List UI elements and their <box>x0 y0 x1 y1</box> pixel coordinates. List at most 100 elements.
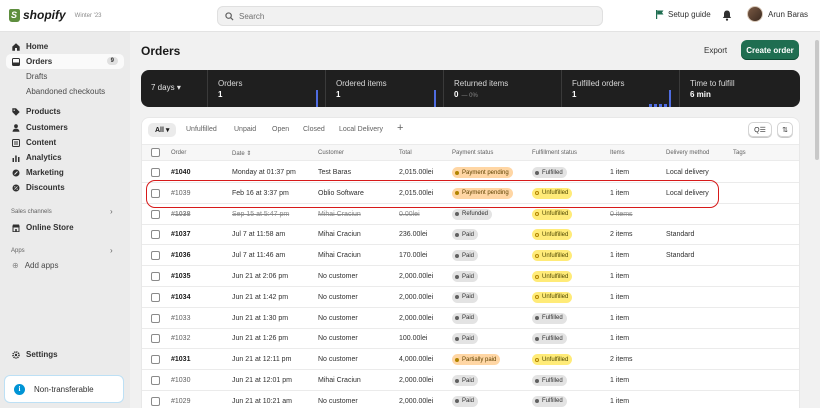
status-dot-icon <box>535 232 539 237</box>
column-header[interactable]: Tags <box>733 150 746 156</box>
sidebar: Home Orders 9 Drafts Abandoned checkouts… <box>0 32 130 408</box>
column-header[interactable]: Total <box>399 150 412 156</box>
create-order-button[interactable]: Create order <box>741 40 799 60</box>
user-menu[interactable]: Arun Baras <box>747 6 808 22</box>
stat-time-to-fulfill-label: Time to fulfill <box>690 79 735 88</box>
sidebar-item-home[interactable]: Home <box>6 39 124 54</box>
column-header[interactable]: Items <box>610 150 625 156</box>
stat-fulfilled-orders-label: Fulfilled orders <box>572 79 625 88</box>
row-checkbox[interactable] <box>151 230 160 240</box>
column-header[interactable]: Fulfillment status <box>532 150 577 156</box>
table-row[interactable]: #1036 Jul 7 at 11:46 am Mihai Craciun 170.0… <box>142 245 799 267</box>
order-number[interactable]: #1029 <box>171 398 190 405</box>
orders-icon <box>12 57 20 66</box>
scrollbar-thumb[interactable] <box>815 40 819 160</box>
tab-open[interactable]: Open <box>272 126 289 133</box>
sidebar-item-settings[interactable]: Settings <box>6 347 124 362</box>
order-number[interactable]: #1038 <box>171 211 190 218</box>
item-count: 1 item <box>610 377 630 384</box>
order-number[interactable]: #1036 <box>171 252 190 259</box>
sidebar-item-label: Abandoned checkouts <box>26 87 106 96</box>
sidebar-item-abandoned-checkouts[interactable]: Abandoned checkouts <box>6 84 124 99</box>
sidebar-item-online-store[interactable]: Online Store <box>6 220 124 235</box>
fulfillment-status-badge: Unfulfilled <box>532 354 573 366</box>
customer-name: No customer <box>318 314 358 322</box>
table-row[interactable]: #1031 Jun 21 at 12:11 pm No customer 4,000.… <box>142 349 799 371</box>
row-checkbox[interactable] <box>151 168 160 177</box>
status-dot-icon <box>535 274 539 279</box>
row-checkbox[interactable] <box>151 209 160 219</box>
table-row[interactable]: #1032 Jun 21 at 1:26 pm No customer 100.00l… <box>142 328 799 350</box>
non-transferable-banner[interactable]: i Non-transferable <box>4 375 124 403</box>
row-checkbox[interactable] <box>151 272 160 281</box>
customer-name: No customer <box>318 335 358 343</box>
column-header[interactable]: Order <box>171 150 186 156</box>
sidebar-item-orders[interactable]: Orders 9 <box>6 54 124 69</box>
column-header[interactable]: Payment status <box>452 150 493 156</box>
customer-name: Mihai Craciun <box>318 210 361 218</box>
table-row[interactable]: #1030 Jun 21 at 12:01 pm Mihai Craciun 2,00… <box>142 370 799 391</box>
table-row[interactable]: #1034 Jun 21 at 1:42 pm No customer 2,000.0… <box>142 287 799 308</box>
payment-status-badge: Payment pending <box>452 167 513 178</box>
table-row[interactable]: #1029 Jun 21 at 10:21 am No customer 2,000.… <box>142 391 799 408</box>
bell-icon[interactable] <box>722 10 732 21</box>
sidebar-item-label: Analytics <box>26 153 62 162</box>
order-number[interactable]: #1040 <box>171 169 190 176</box>
sidebar-item-customers[interactable]: Customers <box>6 120 124 135</box>
search-filter-button[interactable]: Q☰ <box>748 122 772 137</box>
row-checkbox[interactable] <box>151 251 160 261</box>
order-number[interactable]: #1037 <box>171 231 190 238</box>
tab-closed[interactable]: Closed <box>303 126 325 133</box>
order-number[interactable]: #1034 <box>171 294 190 301</box>
order-number[interactable]: #1030 <box>171 377 190 384</box>
chevron-right-icon[interactable]: › <box>110 207 113 216</box>
fulfillment-status-label: Unfulfilled <box>542 231 569 238</box>
sidebar-item-analytics[interactable]: Analytics <box>6 150 124 165</box>
order-number[interactable]: #1032 <box>171 335 190 342</box>
sort-button[interactable]: ⇅ <box>777 122 793 137</box>
search-input[interactable]: Search <box>217 6 603 26</box>
stat-time-to-fulfill-value: 6 min <box>690 90 711 99</box>
setup-guide-button[interactable]: Setup guide <box>656 10 711 19</box>
orders-table-card: All ▾ Unfulfilled Unpaid Open Closed Loc… <box>141 117 800 408</box>
tab-all[interactable]: All ▾ <box>148 123 177 137</box>
sidebar-item-marketing[interactable]: Marketing <box>6 165 124 180</box>
row-checkbox[interactable] <box>151 355 160 365</box>
fulfillment-status-label: Unfulfilled <box>542 294 569 301</box>
sidebar-item-discounts[interactable]: Discounts <box>6 180 124 195</box>
table-row[interactable]: #1033 Jun 21 at 1:30 pm No customer 2,000.0… <box>142 308 799 329</box>
person-icon <box>12 123 20 132</box>
tab-unfulfilled[interactable]: Unfulfilled <box>186 126 217 133</box>
sidebar-item-label: Drafts <box>26 72 48 81</box>
sidebar-item-content[interactable]: Content <box>6 135 124 150</box>
select-all-checkbox[interactable] <box>151 148 160 157</box>
shopify-logo[interactable]: shopify Winter '23 <box>9 8 102 22</box>
delivery-method: Local delivery <box>666 169 709 176</box>
export-button[interactable]: Export <box>701 43 730 58</box>
column-header-date[interactable]: Date ⇕ <box>232 150 251 157</box>
row-checkbox[interactable] <box>151 292 160 302</box>
column-header[interactable]: Customer <box>318 150 344 156</box>
row-checkbox[interactable] <box>151 396 160 406</box>
app-version: Winter '23 <box>74 13 102 19</box>
order-number[interactable]: #1035 <box>171 273 190 280</box>
item-count: 1 item <box>610 273 630 280</box>
sidebar-item-drafts[interactable]: Drafts <box>6 69 124 84</box>
order-number[interactable]: #1033 <box>171 315 190 322</box>
customer-name: No customer <box>318 356 358 364</box>
table-row[interactable]: #1035 Jun 21 at 2:06 pm No customer 2,000.0… <box>142 266 799 287</box>
table-row[interactable]: #1037 Jul 7 at 11:58 am Mihai Craciun 236.0… <box>142 224 799 246</box>
sidebar-item-products[interactable]: Products <box>6 104 124 119</box>
chevron-right-icon[interactable]: › <box>110 246 113 255</box>
tab-unpaid[interactable]: Unpaid <box>234 126 256 133</box>
tab-local-delivery[interactable]: Local Delivery <box>339 126 383 133</box>
row-checkbox[interactable] <box>151 334 160 344</box>
order-number[interactable]: #1031 <box>171 356 190 363</box>
row-checkbox[interactable] <box>151 376 160 385</box>
add-apps-link[interactable]: ⊕ Add apps <box>12 261 59 270</box>
row-checkbox[interactable] <box>151 313 160 323</box>
sort-icon: ⇅ <box>782 126 788 134</box>
column-header[interactable]: Delivery method <box>666 150 709 156</box>
date-range-selector[interactable]: 7 days ▾ <box>151 83 181 92</box>
add-view-icon[interactable]: + <box>397 122 403 134</box>
